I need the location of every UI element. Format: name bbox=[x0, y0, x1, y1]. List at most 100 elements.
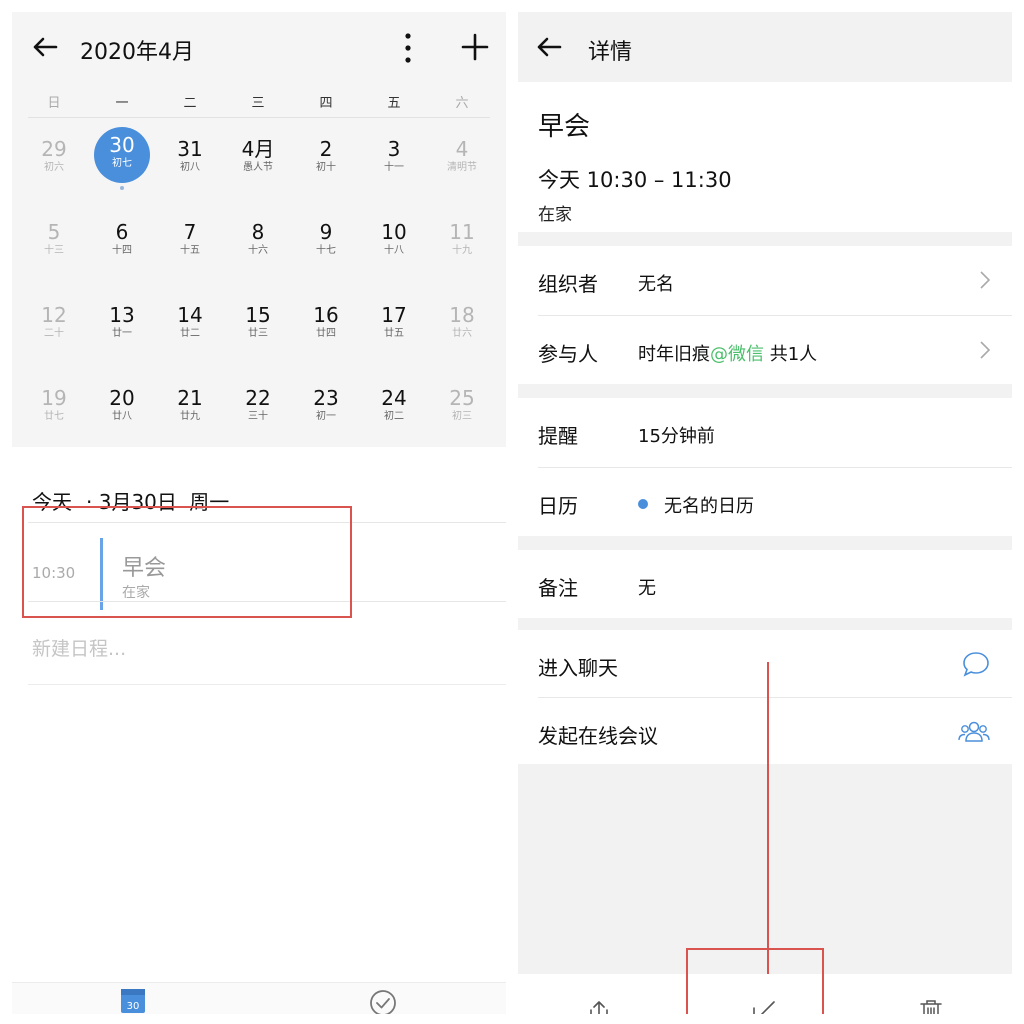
lunar-date: 三十 bbox=[248, 411, 268, 422]
reminder-row[interactable]: 提醒 15分钟前 bbox=[518, 398, 1012, 466]
lunar-date: 十三 bbox=[44, 245, 64, 256]
reminder-label: 提醒 bbox=[538, 424, 578, 448]
weekday-label: 六 bbox=[455, 96, 469, 111]
participants-value: 时年旧痕@微信 共1人 bbox=[638, 340, 817, 366]
chat-bubble-icon[interactable] bbox=[960, 648, 992, 680]
day-number: 19 bbox=[41, 386, 67, 410]
day-number: 13 bbox=[109, 303, 135, 327]
highlight-annotation-box bbox=[22, 506, 352, 618]
lunar-date: 廿二 bbox=[180, 328, 200, 339]
calendar-day[interactable]: 17 廿五 bbox=[362, 303, 426, 365]
calendar-day[interactable]: 22 三十 bbox=[226, 386, 290, 448]
calendar-day[interactable]: 6 十四 bbox=[90, 220, 154, 282]
day-number: 21 bbox=[177, 386, 203, 410]
lunar-date: 初十 bbox=[316, 162, 336, 173]
group-users-icon[interactable] bbox=[956, 716, 992, 748]
trash-icon[interactable] bbox=[916, 996, 946, 1014]
event-indicator-dot bbox=[120, 186, 124, 190]
day-number: 10 bbox=[381, 220, 407, 244]
lunar-date: 初七 bbox=[112, 158, 132, 169]
lunar-date: 廿六 bbox=[452, 328, 472, 339]
calendar-day[interactable]: 15 廿三 bbox=[226, 303, 290, 365]
calendar-icon[interactable]: 30 bbox=[120, 988, 146, 1014]
organizer-label: 组织者 bbox=[538, 272, 598, 296]
day-number: 8 bbox=[251, 220, 265, 244]
calendar-name: 无名的日历 bbox=[664, 496, 754, 517]
calendar-day[interactable]: 16 廿四 bbox=[294, 303, 358, 365]
weekday-label: 四 bbox=[319, 96, 333, 111]
calendar-day[interactable]: 14 廿二 bbox=[158, 303, 222, 365]
calendar-day[interactable]: 10 十八 bbox=[362, 220, 426, 282]
lunar-date: 十九 bbox=[452, 245, 472, 256]
calendar-grid: 29 初六 30 初七 31 初八 4月 愚人节 2 初十 3 十一 4 清明节 5 十三 6 十四 7 十五 8 十六 9… bbox=[12, 127, 506, 457]
day-number: 2 bbox=[319, 137, 333, 161]
enter-chat-label: 进入聊天 bbox=[538, 656, 618, 680]
calendar-day[interactable]: 2 初十 bbox=[294, 137, 358, 199]
calendar-day[interactable]: 5 十三 bbox=[22, 220, 86, 282]
calendar-row[interactable]: 日历 无名的日历 bbox=[518, 468, 1012, 536]
calendar-day[interactable]: 13 廿一 bbox=[90, 303, 154, 365]
calendar-day[interactable]: 11 十九 bbox=[430, 220, 494, 282]
participants-row[interactable]: 参与人 时年旧痕@微信 共1人 bbox=[518, 316, 1012, 384]
calendar-day[interactable]: 19 廿七 bbox=[22, 386, 86, 448]
calendar-day[interactable]: 12 二十 bbox=[22, 303, 86, 365]
calendar-day[interactable]: 24 初二 bbox=[362, 386, 426, 448]
day-number: 24 bbox=[381, 386, 407, 410]
calendar-day[interactable]: 23 初一 bbox=[294, 386, 358, 448]
calendar-day[interactable]: 21 廿九 bbox=[158, 386, 222, 448]
day-number: 29 bbox=[41, 137, 67, 161]
day-number: 11 bbox=[449, 220, 475, 244]
back-arrow-icon[interactable] bbox=[28, 30, 62, 64]
weekday-label: 五 bbox=[387, 96, 401, 111]
calendar-day[interactable]: 4月 愚人节 bbox=[226, 137, 290, 199]
calendar-day[interactable]: 25 初三 bbox=[430, 386, 494, 448]
lunar-date: 清明节 bbox=[447, 162, 477, 173]
event-detail-panel: 详情 早会 今天 10:30 – 11:30 在家 组织者 无名 参与人 时年旧… bbox=[518, 12, 1012, 1014]
day-number: 30 bbox=[109, 133, 135, 157]
organizer-row[interactable]: 组织者 无名 bbox=[518, 246, 1012, 314]
day-number: 6 bbox=[115, 220, 129, 244]
page-title: 详情 bbox=[588, 40, 633, 65]
calendar-day[interactable]: 29 初六 bbox=[22, 137, 86, 199]
lunar-date: 十八 bbox=[384, 245, 404, 256]
calendar-day-today[interactable]: 30 初七 bbox=[90, 127, 154, 190]
day-number: 25 bbox=[449, 386, 475, 410]
month-title[interactable]: 2020年4月 bbox=[80, 34, 194, 66]
more-vertical-icon[interactable] bbox=[398, 30, 418, 66]
detail-header: 详情 bbox=[518, 12, 1012, 82]
back-arrow-icon[interactable] bbox=[532, 30, 566, 64]
plus-icon[interactable] bbox=[458, 30, 492, 64]
calendar-color-dot bbox=[638, 499, 648, 509]
divider bbox=[28, 117, 490, 118]
lunar-date: 初八 bbox=[180, 162, 200, 173]
calendar-day[interactable]: 9 十七 bbox=[294, 220, 358, 282]
online-meeting-label: 发起在线会议 bbox=[538, 724, 658, 748]
calendar-day[interactable]: 3 十一 bbox=[362, 137, 426, 199]
note-row[interactable]: 备注 无 bbox=[518, 550, 1012, 618]
check-circle-icon[interactable] bbox=[368, 988, 398, 1014]
calendar-panel: 2020年4月 日 一 二 三 四 五 六 29 初六 30 初七 31 初八 4月 愚人节 2… bbox=[12, 12, 506, 1014]
calendar-day[interactable]: 20 廿八 bbox=[90, 386, 154, 448]
participant-source: @微信 bbox=[710, 344, 764, 365]
calendar-day[interactable]: 8 十六 bbox=[226, 220, 290, 282]
calendar-day[interactable]: 4 清明节 bbox=[430, 137, 494, 199]
weekday-header: 日 一 二 三 四 五 六 bbox=[12, 92, 506, 114]
settings-card: 提醒 15分钟前 日历 无名的日历 bbox=[518, 398, 1012, 536]
event-location: 在家 bbox=[538, 205, 572, 225]
calendar-day[interactable]: 7 十五 bbox=[158, 220, 222, 282]
day-number: 7 bbox=[183, 220, 197, 244]
new-event-placeholder[interactable]: 新建日程... bbox=[32, 634, 126, 661]
lunar-date: 初二 bbox=[384, 411, 404, 422]
lunar-date: 廿四 bbox=[316, 328, 336, 339]
calendar-icon-day: 30 bbox=[127, 1001, 140, 1012]
calendar-header: 2020年4月 bbox=[12, 12, 506, 86]
event-time-range: 今天 10:30 – 11:30 bbox=[538, 168, 732, 192]
lunar-date: 廿八 bbox=[112, 411, 132, 422]
calendar-day[interactable]: 31 初八 bbox=[158, 137, 222, 199]
calendar-day[interactable]: 18 廿六 bbox=[430, 303, 494, 365]
divider bbox=[28, 684, 506, 685]
calendar-label: 日历 bbox=[538, 494, 578, 518]
lunar-date: 廿七 bbox=[44, 411, 64, 422]
lunar-date: 愚人节 bbox=[243, 162, 273, 173]
share-icon[interactable] bbox=[584, 996, 614, 1014]
